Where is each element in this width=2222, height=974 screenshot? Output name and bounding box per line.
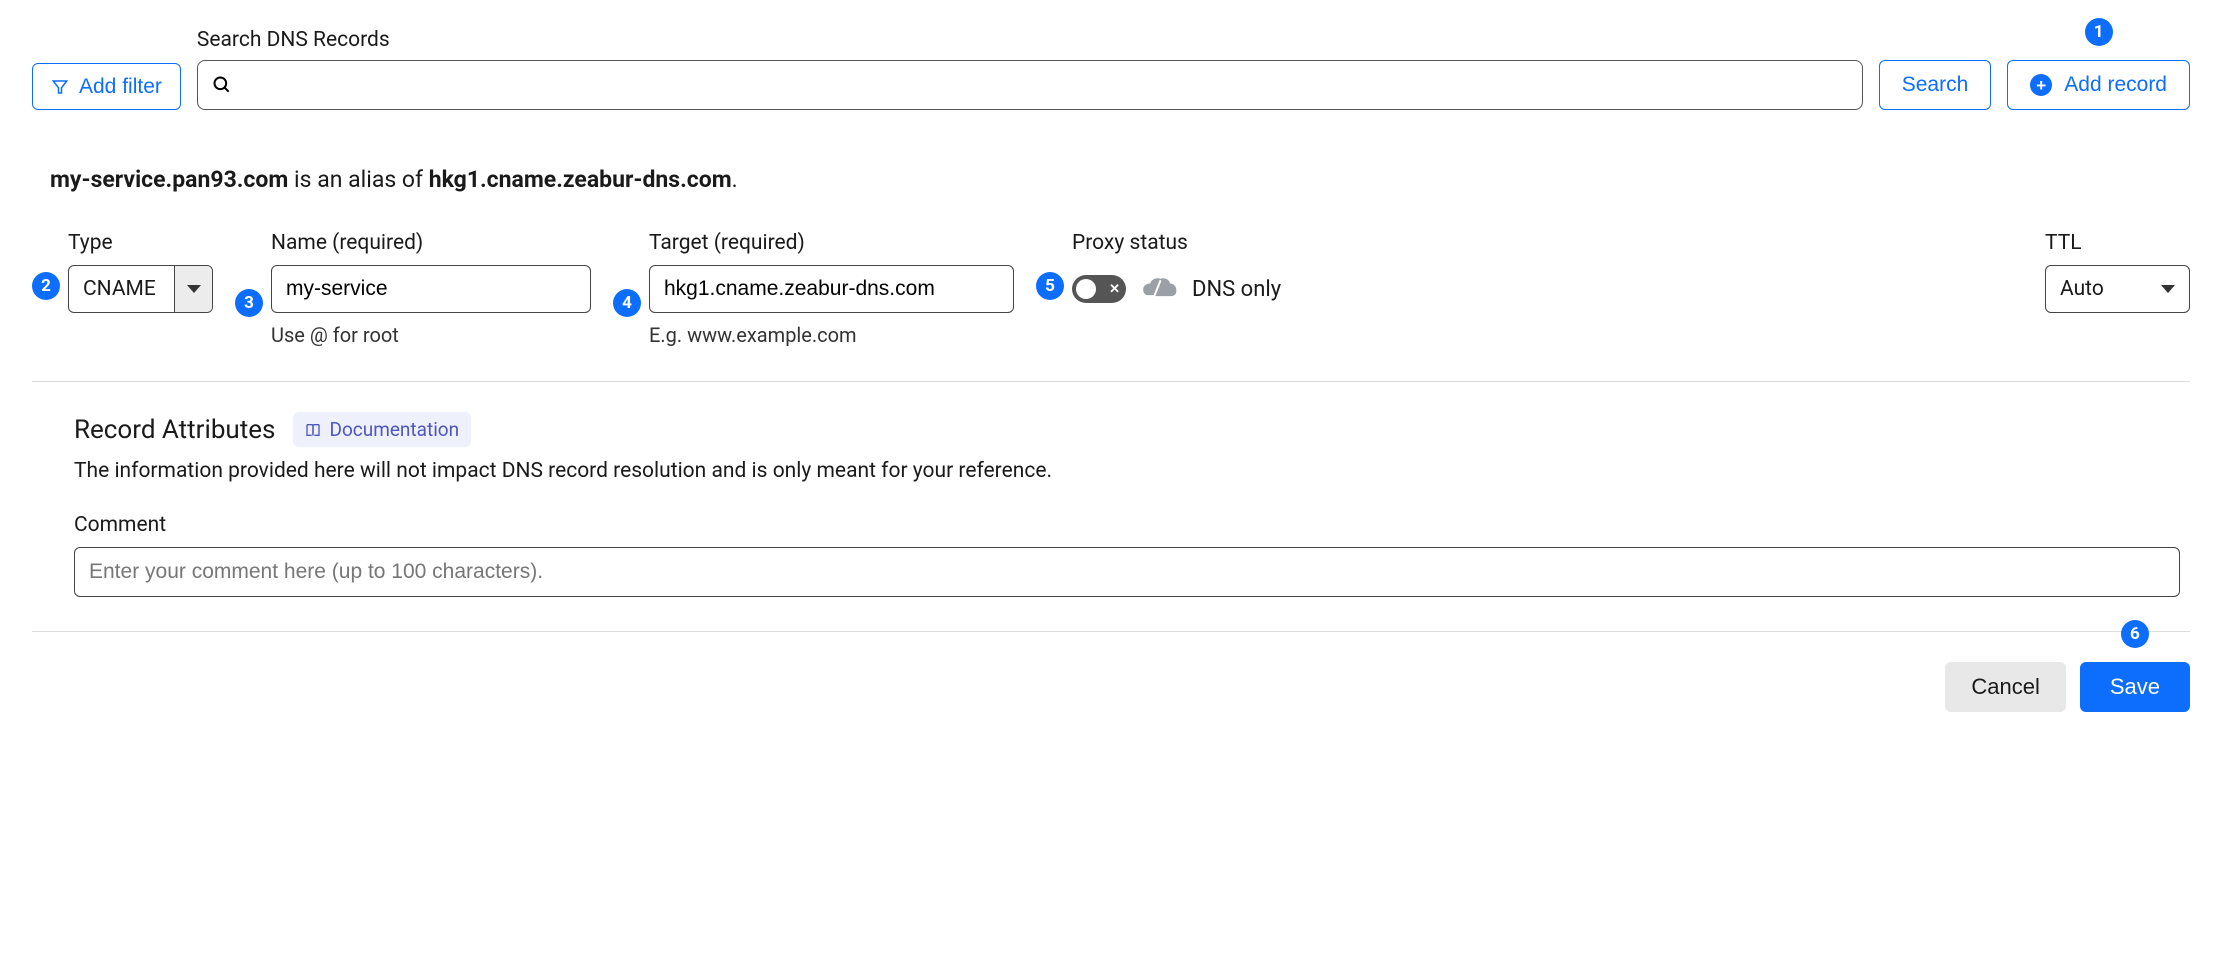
search-label: Search DNS Records (197, 28, 1863, 52)
divider (32, 631, 2190, 632)
type-select[interactable]: CNAME (68, 265, 213, 313)
cancel-button[interactable]: Cancel (1945, 662, 2065, 712)
search-block: Search DNS Records (197, 28, 1863, 110)
alias-description: my-service.pan93.com is an alias of hkg1… (50, 166, 2190, 193)
step-badge-6: 6 (2121, 620, 2149, 648)
target-help: E.g. www.example.com (649, 323, 1014, 347)
attrs-header: Record Attributes Documentation (74, 412, 2180, 447)
step-badge-3: 3 (235, 289, 263, 317)
alias-target: hkg1.cname.zeabur-dns.com (429, 166, 732, 193)
step-badge-5: 5 (1036, 272, 1064, 300)
filter-icon (51, 78, 69, 96)
comment-input[interactable] (74, 547, 2180, 597)
add-filter-button[interactable]: Add filter (32, 63, 181, 110)
chevron-down-icon (187, 285, 201, 293)
search-button[interactable]: Search (1879, 60, 1992, 110)
step-badge-1: 1 (2085, 18, 2113, 46)
top-bar: Add filter Search DNS Records Search 1 +… (32, 28, 2190, 110)
record-attributes-title: Record Attributes (74, 415, 275, 445)
proxy-status-label: Proxy status (1072, 231, 1281, 255)
record-attributes-desc: The information provided here will not i… (74, 459, 2180, 483)
search-icon (212, 75, 232, 95)
step-badge-4: 4 (613, 289, 641, 317)
toggle-off-icon: ✕ (1109, 283, 1120, 296)
save-button-wrap: 6 Save (2080, 662, 2190, 712)
cloud-icon (1140, 276, 1178, 302)
add-record-wrap: 1 + Add record (2007, 60, 2190, 110)
add-record-label: Add record (2064, 73, 2167, 97)
save-button[interactable]: Save (2080, 662, 2190, 712)
add-record-button[interactable]: + Add record (2007, 60, 2190, 110)
toggle-knob (1076, 279, 1096, 299)
documentation-link[interactable]: Documentation (293, 412, 471, 447)
name-label: Name (required) (271, 231, 591, 255)
search-input[interactable] (232, 65, 1848, 105)
target-field-wrap: 4 Target (required) E.g. www.example.com (613, 231, 1014, 347)
step-badge-2: 2 (32, 272, 60, 300)
type-dropdown-trigger[interactable] (174, 266, 212, 312)
chevron-down-icon (2161, 285, 2175, 293)
comment-label: Comment (74, 513, 2180, 537)
alias-suffix: . (732, 166, 738, 193)
alias-middle: is an alias of (288, 166, 428, 193)
type-field-wrap: 2 Type CNAME (32, 231, 213, 313)
type-value[interactable]: CNAME (69, 266, 174, 312)
name-field-wrap: 3 Name (required) Use @ for root (235, 231, 591, 347)
search-input-wrap[interactable] (197, 60, 1863, 110)
proxy-toggle[interactable]: ✕ (1072, 275, 1126, 303)
divider (32, 381, 2190, 382)
proxy-controls: ✕ DNS only (1072, 265, 1281, 313)
book-icon (305, 422, 321, 438)
ttl-value: Auto (2060, 277, 2104, 301)
documentation-label: Documentation (329, 418, 459, 441)
proxy-status-value: DNS only (1192, 277, 1281, 302)
ttl-select[interactable]: Auto (2045, 265, 2190, 313)
add-filter-label: Add filter (79, 76, 162, 97)
record-form-row: 2 Type CNAME 3 Name (required) Use @ for… (32, 231, 2190, 347)
alias-domain: my-service.pan93.com (50, 166, 288, 193)
ttl-field: TTL Auto (2045, 231, 2190, 313)
record-attributes-section: Record Attributes Documentation The info… (74, 412, 2180, 597)
plus-circle-icon: + (2030, 74, 2052, 96)
target-input[interactable] (649, 265, 1014, 313)
footer-actions: Cancel 6 Save (32, 662, 2190, 712)
name-help: Use @ for root (271, 323, 591, 347)
ttl-label: TTL (2045, 231, 2190, 255)
type-label: Type (68, 231, 213, 255)
target-label: Target (required) (649, 231, 1014, 255)
name-input[interactable] (271, 265, 591, 313)
proxy-field-wrap: 5 Proxy status ✕ DNS only (1036, 231, 1281, 313)
